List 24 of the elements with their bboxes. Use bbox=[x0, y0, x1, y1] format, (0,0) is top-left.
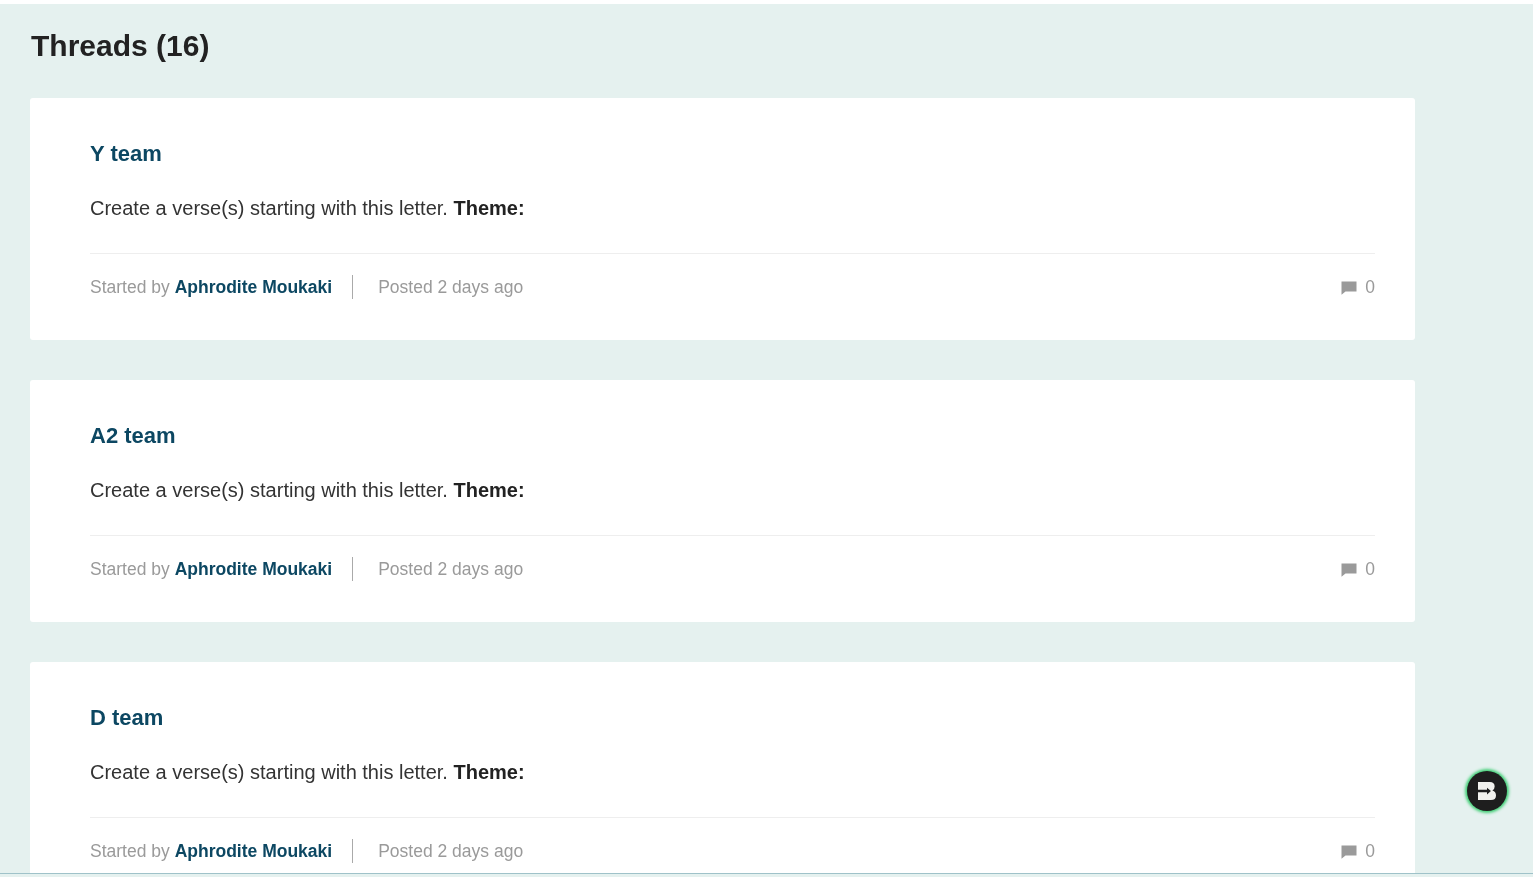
thread-title-link[interactable]: Y team bbox=[90, 140, 162, 168]
page-title: Threads (16) bbox=[31, 28, 210, 64]
started-by-text: Started by Aphrodite Moukaki bbox=[90, 840, 334, 863]
author-link[interactable]: Aphrodite Moukaki bbox=[174, 559, 333, 579]
speech-bubble-icon bbox=[1341, 845, 1358, 859]
started-by-text: Started by Aphrodite Moukaki bbox=[90, 558, 334, 581]
speech-bubble-icon bbox=[1341, 281, 1358, 295]
thread-description: Create a verse(s) starting with this letter. Theme: bbox=[90, 196, 525, 221]
speech-bubble-icon bbox=[1341, 563, 1358, 577]
started-by-text: Started by Aphrodite Moukaki bbox=[90, 276, 334, 299]
thread-title-link[interactable]: A2 team bbox=[90, 422, 176, 450]
author-link[interactable]: Aphrodite Moukaki bbox=[174, 277, 333, 297]
thread-description: Create a verse(s) starting with this letter. Theme: bbox=[90, 760, 525, 785]
comment-count: 0 bbox=[1365, 558, 1375, 581]
posted-time: Posted 2 days ago bbox=[352, 275, 524, 299]
comment-count: 0 bbox=[1365, 840, 1375, 863]
posted-time: Posted 2 days ago bbox=[352, 839, 524, 863]
comment-count: 0 bbox=[1365, 276, 1375, 299]
thread-description: Create a verse(s) starting with this letter. Theme: bbox=[90, 478, 525, 503]
author-link[interactable]: Aphrodite Moukaki bbox=[174, 841, 333, 861]
letter-b-icon bbox=[1478, 782, 1496, 800]
thread-title-link[interactable]: D team bbox=[90, 704, 164, 732]
floating-action-button[interactable] bbox=[1467, 771, 1507, 811]
posted-time: Posted 2 days ago bbox=[352, 557, 524, 581]
